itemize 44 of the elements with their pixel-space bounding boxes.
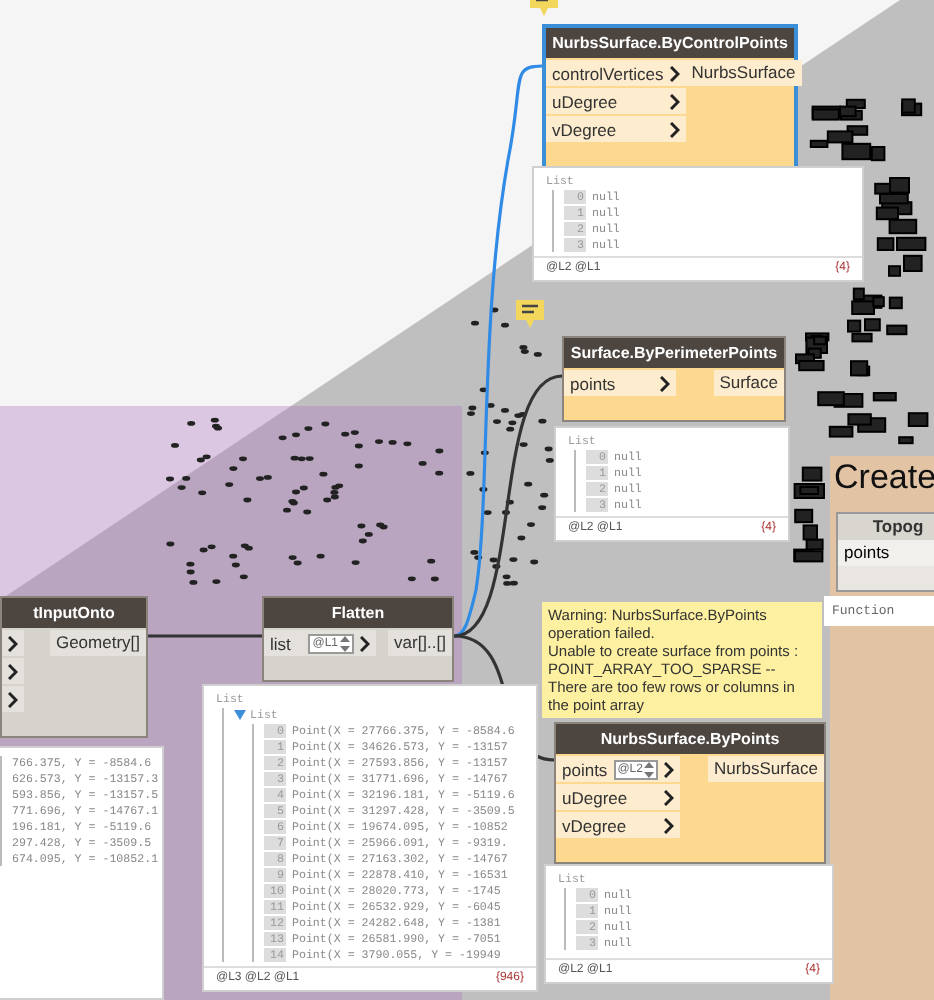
output-port[interactable]: Geometry[] <box>49 630 146 656</box>
expand-icon[interactable] <box>234 710 246 720</box>
node-title: NurbsSurface.ByPoints <box>556 724 824 754</box>
input-port[interactable]: uDegree <box>556 784 681 810</box>
spinner-icon[interactable] <box>340 635 350 651</box>
output-port[interactable]: NurbsSurface <box>708 756 824 782</box>
wire <box>148 634 262 638</box>
node-card[interactable]: tInputOnto Geometry[] <box>0 596 148 738</box>
input-port[interactable] <box>2 630 24 656</box>
node-card[interactable]: Surface.ByPerimeterPoints points Surface <box>562 336 786 422</box>
port-label: list <box>270 633 293 653</box>
input-port[interactable] <box>2 686 24 712</box>
port-label[interactable]: points <box>838 540 934 566</box>
comment-icon[interactable] <box>516 300 544 328</box>
output-port[interactable]: Surface <box>713 370 784 396</box>
group-title: Create <box>834 458 934 498</box>
chevron-icon <box>660 375 670 391</box>
input-port[interactable]: vDegree <box>546 116 686 142</box>
node-title: Topog <box>838 514 934 540</box>
port-label: uDegree <box>552 91 620 111</box>
output-port[interactable]: var[]..[] <box>388 630 452 656</box>
node-card[interactable]: NurbsSurface.ByControlPoints controlVertices uDegree vDegree NurbsSurface <box>542 24 798 170</box>
port-label: points <box>562 759 608 779</box>
port-label: uDegree <box>562 787 630 807</box>
node-title: Surface.ByPerimeterPoints <box>564 338 784 368</box>
node-card[interactable]: Topog points <box>836 512 934 592</box>
input-port[interactable]: vDegree <box>556 812 681 838</box>
port-label: vDegree <box>562 815 629 835</box>
node-title: NurbsSurface.ByControlPoints <box>546 28 794 58</box>
port-label: controlVertices <box>552 63 664 83</box>
input-port[interactable]: controlVertices <box>546 60 686 86</box>
geometry-drawing <box>793 466 825 563</box>
output-port[interactable]: NurbsSurface <box>685 60 802 86</box>
geometry-drawing <box>809 98 923 162</box>
chevron-icon <box>360 635 370 651</box>
spinner-icon[interactable] <box>644 761 655 777</box>
input-port[interactable]: uDegree <box>546 88 686 114</box>
input-port[interactable]: points <box>564 370 676 396</box>
port-label: points <box>570 373 618 393</box>
input-port[interactable] <box>2 658 24 684</box>
geometry-drawing <box>874 177 927 277</box>
node-title: Flatten <box>264 598 452 628</box>
node-title: tInputOnto <box>2 598 146 628</box>
port-label: vDegree <box>552 119 619 139</box>
